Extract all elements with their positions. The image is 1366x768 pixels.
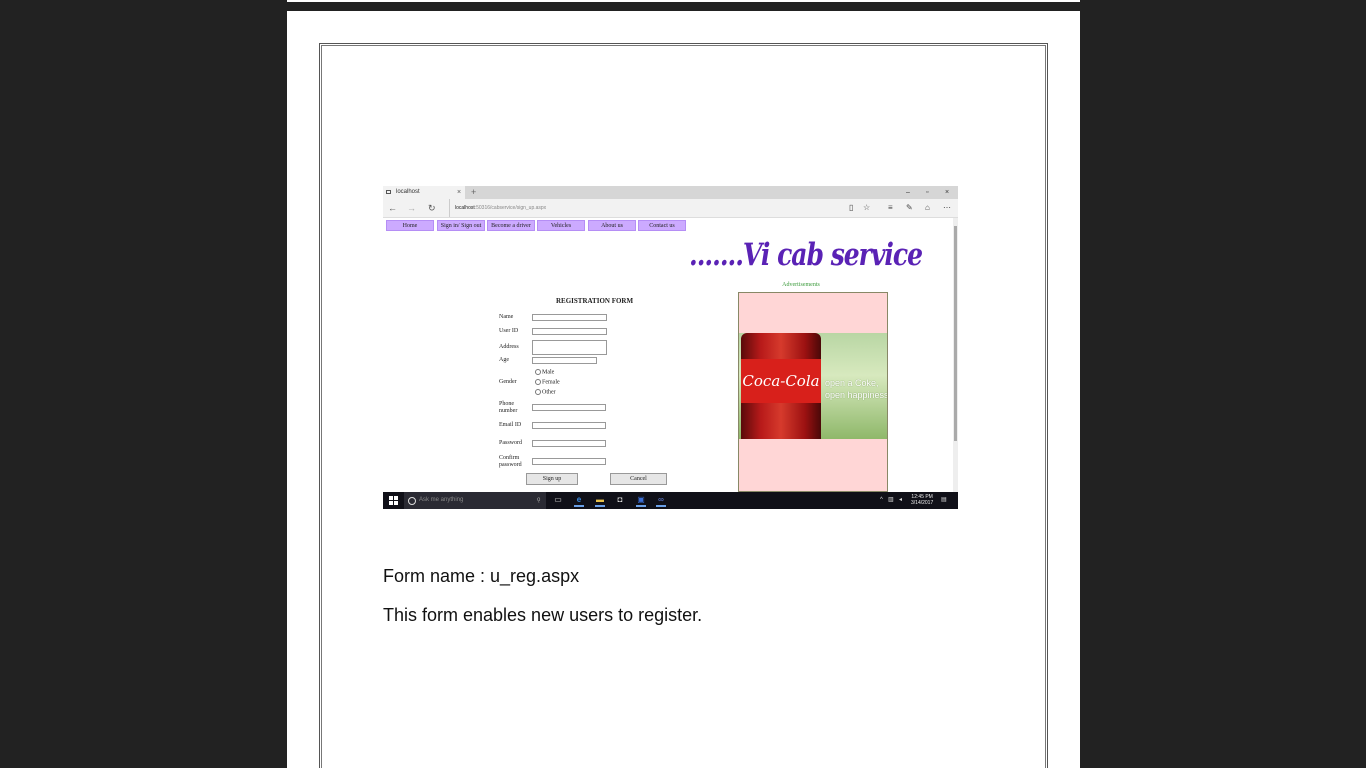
clock-date: 3/14/2017 [911, 500, 934, 506]
name-input[interactable] [532, 314, 607, 321]
phone-input[interactable] [532, 404, 606, 411]
ad-image: Coca-Cola open a Coke, open happiness [739, 333, 887, 439]
reading-view-icon[interactable]: ▯ [849, 199, 853, 217]
browser-tab-bar: localhost × + – ▫ × [383, 186, 958, 199]
edge-browser-icon[interactable]: e [574, 495, 584, 507]
form-name-caption: Form name : u_reg.aspx [383, 566, 580, 586]
microphone-icon[interactable]: ǫ [537, 492, 540, 509]
browser-tab[interactable]: localhost × [383, 186, 465, 199]
app-icon[interactable]: ∞ [656, 495, 666, 507]
radio-circle-icon [535, 379, 541, 385]
web-page-content: Home Sign in/ Sign out Become a driver V… [383, 218, 958, 492]
browser-address-bar: ← → ↻ localhost:50316/cabservice/sign_up… [383, 199, 958, 218]
tray-chevron-icon[interactable]: ^ [880, 492, 883, 509]
restore-icon[interactable]: ▫ [926, 186, 928, 199]
gender-label: Gender [499, 379, 517, 385]
ad-slogan-line-1: open a Coke, [825, 378, 879, 388]
search-placeholder: Ask me anything [419, 497, 464, 503]
address-label: Address [499, 344, 519, 350]
cancel-button[interactable]: Cancel [610, 473, 667, 485]
gender-female-label: Female [542, 379, 560, 386]
site-logo: .......Vi cab service [689, 236, 923, 273]
url-field[interactable]: localhost:50316/cabservice/sign_up.aspx [449, 199, 855, 217]
gender-other-label: Other [542, 389, 556, 396]
hub-icon[interactable]: ≡ [888, 199, 893, 217]
menu-become-driver[interactable]: Become a driver [487, 220, 535, 231]
url-path: :50316/cabservice/sign_up.aspx [474, 205, 547, 211]
password-label: Password [499, 440, 523, 446]
gender-other-radio[interactable]: Other [535, 389, 556, 396]
back-arrow-icon[interactable]: ← [388, 199, 397, 217]
task-view-icon[interactable]: ▭ [553, 495, 563, 505]
bottle-image: Coca-Cola [741, 333, 821, 439]
age-label: Age [499, 357, 509, 363]
menu-home[interactable]: Home [386, 220, 434, 231]
windows-taskbar: Ask me anything ǫ ▭ e ▬ ◘ ▣ ∞ ^ ▥ ◂ 12:4… [383, 492, 958, 509]
refresh-icon[interactable]: ↻ [428, 199, 436, 217]
page-icon [386, 190, 391, 194]
cortana-search-box[interactable]: Ask me anything ǫ [404, 492, 546, 509]
web-note-icon[interactable]: ✎ [906, 199, 913, 217]
confirm-password-label: Confirm password [499, 455, 522, 468]
form-title: REGISTRATION FORM [556, 297, 634, 305]
ad-label: Advertisements [782, 282, 820, 288]
email-label: Email ID [499, 422, 522, 428]
share-icon[interactable]: ⌂ [925, 199, 930, 217]
name-label: Name [499, 314, 514, 320]
volume-icon[interactable]: ◂ [899, 492, 902, 509]
embedded-screenshot: localhost × + – ▫ × ← → ↻ localhost:5031… [383, 186, 958, 509]
document-page: localhost × + – ▫ × ← → ↻ localhost:5031… [287, 11, 1080, 768]
new-tab-icon[interactable]: + [471, 186, 476, 199]
previous-page-edge [287, 0, 1080, 2]
radio-circle-icon [535, 369, 541, 375]
page-scrollbar[interactable] [953, 218, 958, 492]
confirm-password-input[interactable] [532, 458, 606, 465]
user-id-input[interactable] [532, 328, 607, 335]
file-explorer-icon[interactable]: ▬ [595, 495, 605, 507]
tab-close-icon[interactable]: × [457, 186, 461, 199]
user-id-label: User ID [499, 328, 519, 334]
ad-brand: Coca-Cola [741, 359, 821, 403]
menu-sign-in[interactable]: Sign in/ Sign out [437, 220, 485, 231]
gender-male-radio[interactable]: Male [535, 369, 554, 376]
radio-circle-icon [535, 389, 541, 395]
ad-slogan: open a Coke, open happiness [825, 377, 887, 401]
gender-female-radio[interactable]: Female [535, 379, 560, 386]
advertisement-box[interactable]: Coca-Cola open a Coke, open happiness [738, 292, 888, 492]
menu-contact-us[interactable]: Contact us [638, 220, 686, 231]
cortana-icon [408, 497, 416, 505]
phone-label: Phone number [499, 401, 518, 414]
network-icon[interactable]: ▥ [888, 492, 894, 509]
form-description: This form enables new users to register. [383, 605, 703, 625]
password-input[interactable] [532, 440, 606, 447]
word-icon[interactable]: ▣ [636, 495, 646, 507]
forward-arrow-icon[interactable]: → [407, 199, 416, 217]
taskbar-clock[interactable]: 12:45 PM 3/14/2017 [911, 494, 933, 506]
sign-up-button[interactable]: Sign up [526, 473, 578, 485]
more-icon[interactable]: ⋯ [943, 199, 951, 217]
ad-slogan-line-2: open happiness [825, 390, 887, 400]
gender-male-label: Male [542, 369, 555, 376]
tab-title: localhost [396, 189, 420, 195]
store-icon[interactable]: ◘ [615, 495, 625, 505]
menu-vehicles[interactable]: Vehicles [537, 220, 585, 231]
favorite-star-icon[interactable]: ☆ [863, 199, 870, 217]
notification-icon[interactable]: ▤ [941, 492, 947, 509]
age-input[interactable] [532, 357, 597, 364]
scrollbar-thumb[interactable] [954, 226, 957, 441]
windows-start-icon[interactable] [389, 496, 398, 505]
url-host: localhost [455, 205, 475, 211]
email-input[interactable] [532, 422, 606, 429]
minimize-icon[interactable]: – [906, 186, 910, 199]
menu-about-us[interactable]: About us [588, 220, 636, 231]
address-input[interactable] [532, 340, 607, 355]
close-window-icon[interactable]: × [945, 186, 949, 199]
